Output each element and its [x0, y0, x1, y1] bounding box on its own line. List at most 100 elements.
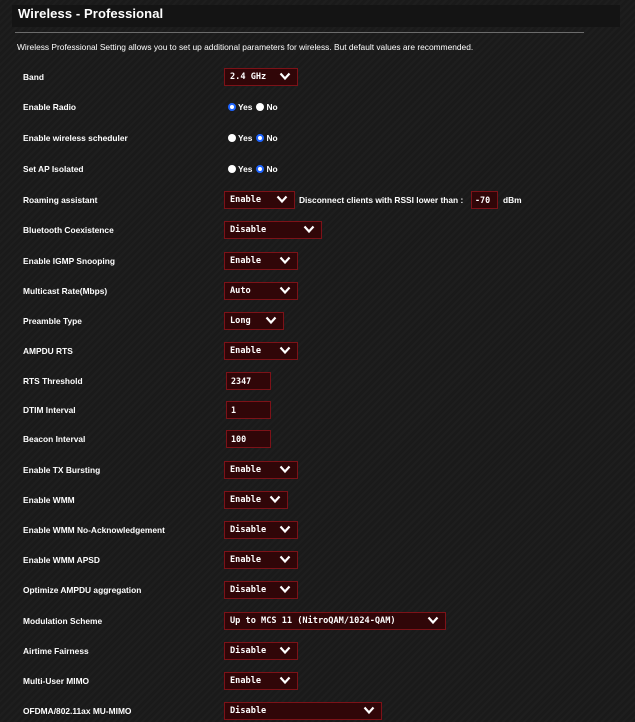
- setting-row-multicast-rate: Multicast Rate(Mbps) Auto: [0, 280, 635, 302]
- wireless-scheduler-yes-radio[interactable]: [228, 134, 236, 142]
- radio-label: No: [266, 164, 278, 174]
- enable-radio-options: Yes No: [228, 102, 282, 112]
- chevron-down-icon: [279, 585, 291, 594]
- multicast-rate-select[interactable]: Auto: [224, 282, 298, 300]
- setting-label: Enable WMM No-Acknowledgement: [23, 525, 165, 535]
- select-value: Auto: [230, 286, 251, 296]
- roaming-assistant-select[interactable]: Enable: [224, 191, 295, 209]
- setting-label: Optimize AMPDU aggregation: [23, 585, 142, 595]
- wireless-scheduler-options: Yes No: [228, 133, 282, 143]
- enable-radio-no-radio[interactable]: [256, 103, 265, 111]
- airtime-fairness-select[interactable]: Disable: [224, 642, 298, 660]
- select-value: 2.4 GHz: [230, 72, 267, 82]
- setting-row-wmm-apsd: Enable WMM APSD Enable: [0, 549, 635, 571]
- setting-row-modulation-scheme: Modulation Scheme Up to MCS 11 (NitroQAM…: [0, 610, 635, 632]
- setting-row-dtim-interval: DTIM Interval 1: [0, 399, 635, 421]
- ampdu-aggregation-select[interactable]: Disable: [224, 581, 298, 599]
- page-title: Wireless - Professional: [18, 6, 164, 21]
- chevron-down-icon: [279, 72, 291, 81]
- chevron-down-icon: [279, 676, 291, 685]
- setting-row-ampdu-aggregation: Optimize AMPDU aggregation Disable: [0, 579, 635, 601]
- setting-label: Modulation Scheme: [23, 616, 103, 626]
- setting-label: Airtime Fairness: [23, 646, 89, 656]
- wmm-apsd-select[interactable]: Enable: [224, 551, 298, 569]
- rssi-threshold-input[interactable]: -70: [471, 191, 498, 209]
- chevron-down-icon: [427, 616, 439, 625]
- setting-label: Enable IGMP Snooping: [23, 256, 115, 266]
- setting-label: DTIM Interval: [23, 405, 76, 415]
- wmm-select[interactable]: Enable: [224, 491, 288, 509]
- setting-row-bluetooth-coexistence: Bluetooth Coexistence Disable: [0, 219, 635, 241]
- setting-label: Beacon Interval: [23, 434, 86, 444]
- setting-row-enable-radio: Enable Radio Yes No: [0, 96, 635, 118]
- chevron-down-icon: [279, 286, 291, 295]
- radio-label: Yes: [238, 164, 253, 174]
- setting-row-roaming-assistant: Roaming assistant Enable Disconnect clie…: [0, 189, 635, 211]
- setting-label: Preamble Type: [23, 316, 82, 326]
- ap-isolated-yes-radio[interactable]: [228, 165, 236, 173]
- ofdma-select[interactable]: Disable: [224, 702, 382, 720]
- select-value: Enable: [230, 346, 262, 356]
- radio-label: No: [266, 102, 278, 112]
- rssi-description: Disconnect clients with RSSI lower than …: [299, 195, 464, 205]
- setting-row-wmm-no-ack: Enable WMM No-Acknowledgement Disable: [0, 519, 635, 541]
- setting-label: Multi-User MIMO: [23, 676, 90, 686]
- select-value: Enable: [230, 195, 262, 205]
- band-select[interactable]: 2.4 GHz: [224, 68, 298, 86]
- select-value: Disable: [230, 525, 267, 535]
- page-description: Wireless Professional Setting allows you…: [17, 42, 474, 52]
- radio-label: Yes: [238, 102, 253, 112]
- wireless-scheduler-no-radio[interactable]: [256, 134, 265, 142]
- radio-label: No: [266, 133, 278, 143]
- chevron-down-icon: [279, 256, 291, 265]
- setting-row-band: Band 2.4 GHz: [0, 66, 635, 88]
- setting-row-igmp-snooping: Enable IGMP Snooping Enable: [0, 250, 635, 272]
- select-value: Enable: [230, 555, 262, 565]
- dtim-interval-input[interactable]: 1: [226, 401, 271, 419]
- setting-label: Band: [23, 72, 44, 82]
- setting-label: OFDMA/802.11ax MU-MIMO: [23, 706, 132, 716]
- bluetooth-coexistence-select[interactable]: Disable: [224, 221, 322, 239]
- setting-label: Enable WMM: [23, 495, 75, 505]
- setting-label: Set AP Isolated: [23, 164, 84, 174]
- chevron-down-icon: [279, 555, 291, 564]
- select-value: Enable: [230, 676, 262, 686]
- chevron-down-icon: [279, 646, 291, 655]
- setting-label: RTS Threshold: [23, 376, 83, 386]
- modulation-scheme-select[interactable]: Up to MCS 11 (NitroQAM/1024-QAM): [224, 612, 446, 630]
- select-value: Disable: [230, 585, 267, 595]
- header-divider: [15, 32, 584, 33]
- setting-row-mu-mimo: Multi-User MIMO Enable: [0, 670, 635, 692]
- select-value: Up to MCS 11 (NitroQAM/1024-QAM): [230, 616, 396, 626]
- igmp-snooping-select[interactable]: Enable: [224, 252, 298, 270]
- setting-label: Enable TX Bursting: [23, 465, 101, 475]
- ap-isolated-options: Yes No: [228, 164, 282, 174]
- select-value: Enable: [230, 465, 262, 475]
- mu-mimo-select[interactable]: Enable: [224, 672, 298, 690]
- setting-row-ampdu-rts: AMPDU RTS Enable: [0, 340, 635, 362]
- setting-label: Multicast Rate(Mbps): [23, 286, 108, 296]
- select-value: Disable: [230, 646, 267, 656]
- tx-bursting-select[interactable]: Enable: [224, 461, 298, 479]
- setting-row-tx-bursting: Enable TX Bursting Enable: [0, 459, 635, 481]
- setting-row-ap-isolated: Set AP Isolated Yes No: [0, 158, 635, 180]
- select-value: Disable: [230, 706, 267, 716]
- rssi-unit: dBm: [503, 195, 522, 205]
- enable-radio-yes-radio[interactable]: [228, 103, 236, 111]
- radio-label: Yes: [238, 133, 253, 143]
- setting-row-wmm: Enable WMM Enable: [0, 489, 635, 511]
- ap-isolated-no-radio[interactable]: [256, 165, 265, 173]
- beacon-interval-input[interactable]: 100: [226, 430, 271, 448]
- setting-row-airtime-fairness: Airtime Fairness Disable: [0, 640, 635, 662]
- ampdu-rts-select[interactable]: Enable: [224, 342, 298, 360]
- setting-label: Enable wireless scheduler: [23, 133, 128, 143]
- setting-label: AMPDU RTS: [23, 346, 73, 356]
- setting-row-ofdma: OFDMA/802.11ax MU-MIMO Disable: [0, 700, 635, 722]
- rts-threshold-input[interactable]: 2347: [226, 372, 271, 390]
- setting-row-preamble-type: Preamble Type Long: [0, 310, 635, 332]
- setting-row-beacon-interval: Beacon Interval 100: [0, 428, 635, 450]
- wmm-no-ack-select[interactable]: Disable: [224, 521, 298, 539]
- preamble-type-select[interactable]: Long: [224, 312, 284, 330]
- setting-row-rts-threshold: RTS Threshold 2347: [0, 370, 635, 392]
- chevron-down-icon: [265, 316, 277, 325]
